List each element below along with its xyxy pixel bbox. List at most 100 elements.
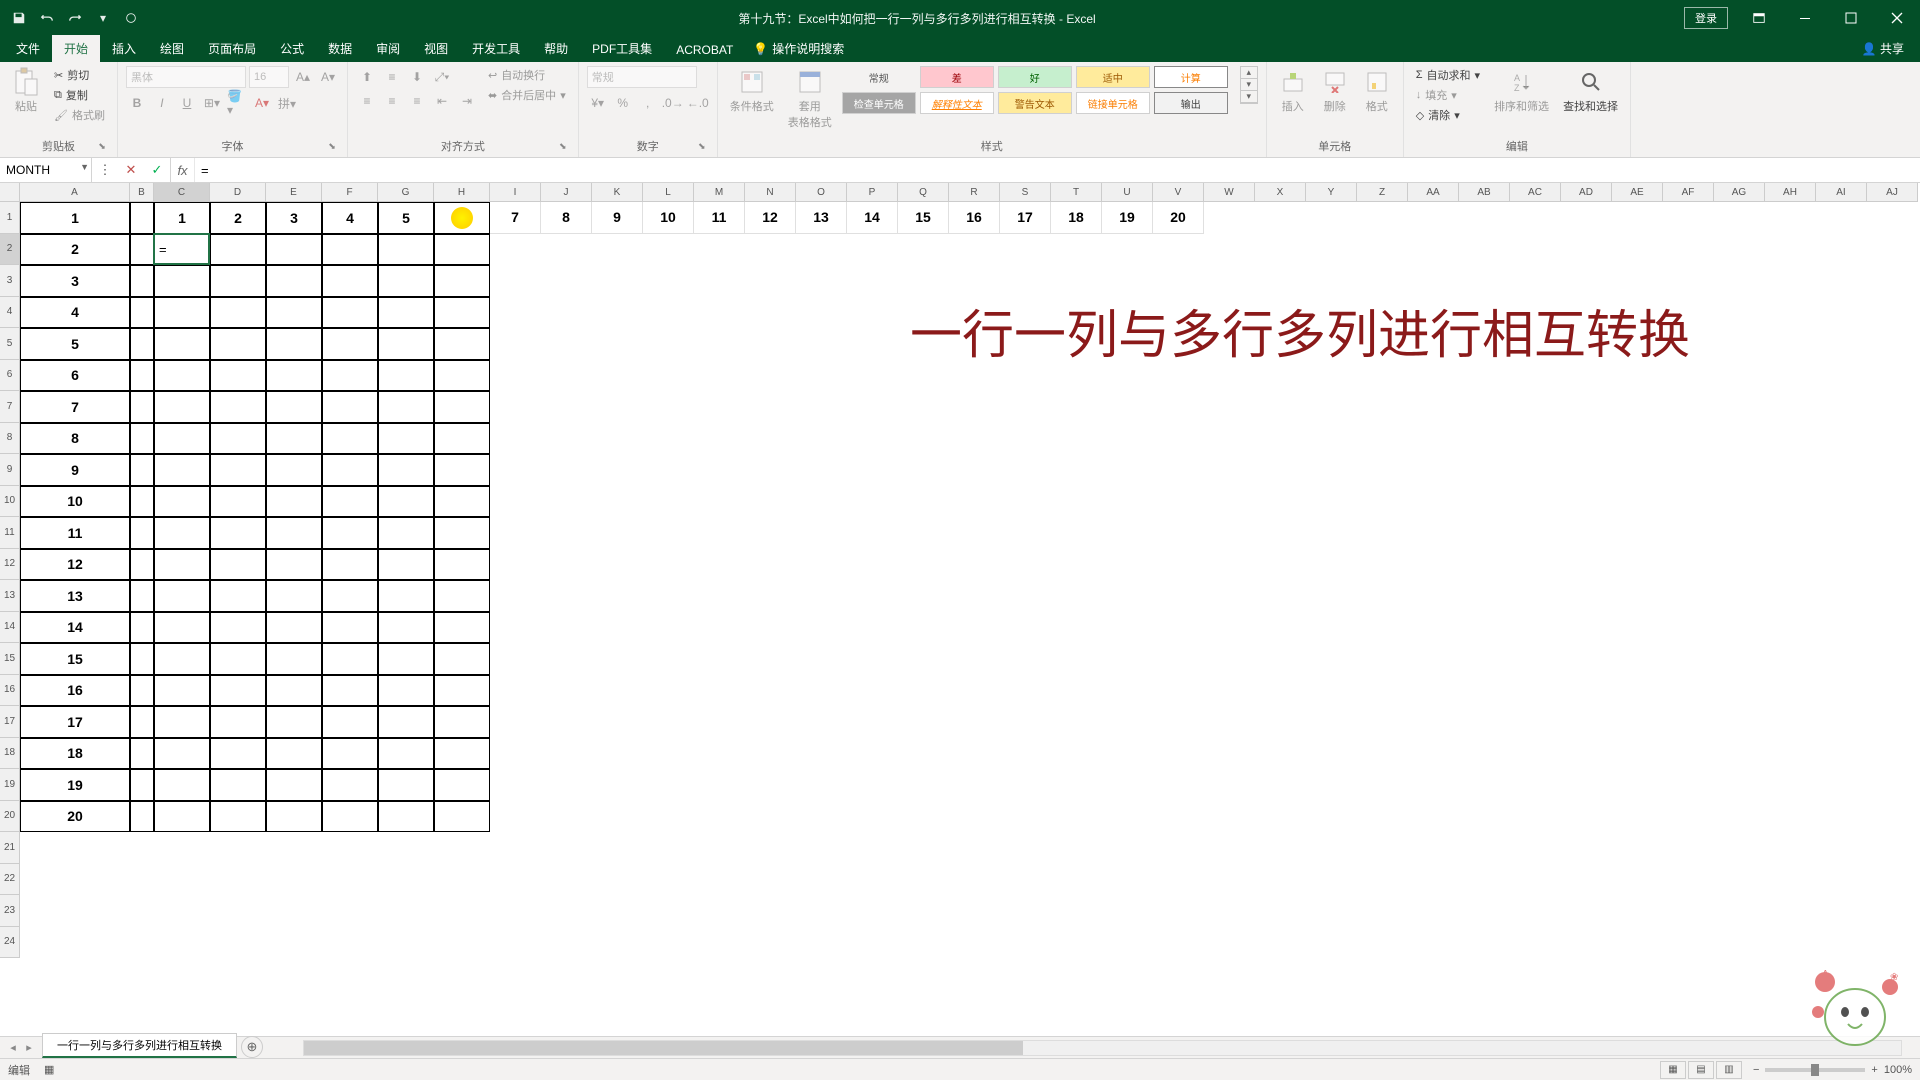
row-header[interactable]: 24 — [0, 927, 20, 959]
tab-data[interactable]: 数据 — [316, 35, 364, 62]
row-header[interactable]: 23 — [0, 895, 20, 927]
cell[interactable] — [378, 801, 434, 833]
paste-button[interactable]: 粘贴 — [8, 66, 44, 116]
cell[interactable] — [322, 643, 378, 675]
cell[interactable]: 2 — [20, 234, 130, 266]
cell[interactable] — [130, 328, 154, 360]
cell[interactable] — [266, 738, 322, 770]
cell[interactable]: 6 — [20, 360, 130, 392]
cell[interactable] — [434, 549, 490, 581]
dialog-launcher-icon[interactable]: ⬊ — [95, 141, 109, 155]
cell[interactable] — [434, 391, 490, 423]
col-header[interactable]: V — [1153, 183, 1204, 202]
cell[interactable] — [130, 675, 154, 707]
cell[interactable] — [322, 297, 378, 329]
cell[interactable] — [266, 391, 322, 423]
sheet-tab[interactable]: 一行一列与多行多列进行相互转换 — [42, 1033, 237, 1058]
cell[interactable] — [130, 643, 154, 675]
col-header[interactable]: Z — [1357, 183, 1408, 202]
redo-icon[interactable] — [64, 7, 86, 29]
cell[interactable] — [154, 391, 210, 423]
cell[interactable]: 10 — [20, 486, 130, 518]
cell[interactable]: 19 — [20, 769, 130, 801]
enter-icon[interactable]: ✓ — [144, 162, 170, 178]
zoom-out-icon[interactable]: − — [1753, 1064, 1759, 1076]
cell[interactable] — [266, 360, 322, 392]
col-header[interactable]: AA — [1408, 183, 1459, 202]
cell[interactable]: 1 — [20, 202, 130, 234]
cell[interactable] — [434, 454, 490, 486]
touch-mode-icon[interactable] — [120, 7, 142, 29]
row-header[interactable]: 16 — [0, 675, 20, 707]
row-header[interactable]: 12 — [0, 549, 20, 581]
cell[interactable]: 20 — [20, 801, 130, 833]
cut-button[interactable]: ✂剪切 — [50, 66, 109, 84]
cell[interactable] — [130, 486, 154, 518]
cell[interactable] — [322, 801, 378, 833]
cell[interactable] — [154, 580, 210, 612]
cell[interactable] — [266, 454, 322, 486]
cell[interactable] — [130, 612, 154, 644]
col-header[interactable]: Y — [1306, 183, 1357, 202]
style-linked[interactable]: 链接单元格 — [1076, 92, 1150, 114]
cell[interactable] — [322, 612, 378, 644]
zoom-slider[interactable] — [1765, 1068, 1865, 1072]
cell[interactable] — [378, 517, 434, 549]
cell[interactable] — [266, 643, 322, 675]
undo-icon[interactable] — [36, 7, 58, 29]
decrease-decimal-icon[interactable]: ←.0 — [687, 92, 709, 114]
col-header[interactable]: AD — [1561, 183, 1612, 202]
cell[interactable] — [322, 486, 378, 518]
col-header[interactable]: K — [592, 183, 643, 202]
cell[interactable] — [322, 391, 378, 423]
cell[interactable] — [378, 297, 434, 329]
spreadsheet-grid[interactable]: ABCDEFGHIJKLMNOPQRSTUVWXYZAAABACADAEAFAG… — [0, 183, 1920, 1036]
cell[interactable] — [434, 234, 490, 266]
cell[interactable] — [130, 769, 154, 801]
font-name-select[interactable]: 黑体 — [126, 66, 246, 88]
cell[interactable] — [130, 549, 154, 581]
cell[interactable]: 8 — [541, 202, 592, 234]
cell[interactable] — [210, 517, 266, 549]
cell[interactable] — [378, 360, 434, 392]
cell[interactable] — [130, 517, 154, 549]
cell[interactable] — [378, 643, 434, 675]
col-header[interactable]: M — [694, 183, 745, 202]
formula-input[interactable]: = — [195, 158, 1920, 182]
cancel-icon[interactable]: ✕ — [118, 162, 144, 178]
row-header[interactable]: 6 — [0, 360, 20, 392]
cell[interactable] — [130, 454, 154, 486]
cell[interactable]: 20 — [1153, 202, 1204, 234]
cell[interactable] — [154, 328, 210, 360]
cell[interactable]: 16 — [20, 675, 130, 707]
row-header[interactable]: 5 — [0, 328, 20, 360]
cell[interactable] — [322, 328, 378, 360]
style-bad[interactable]: 差 — [920, 66, 994, 88]
cell[interactable] — [378, 549, 434, 581]
cell[interactable] — [322, 265, 378, 297]
col-header[interactable]: G — [378, 183, 434, 202]
cell[interactable] — [434, 297, 490, 329]
cell[interactable] — [210, 265, 266, 297]
cell[interactable] — [266, 297, 322, 329]
cell[interactable] — [154, 706, 210, 738]
cell[interactable]: 14 — [847, 202, 898, 234]
cell[interactable]: 9 — [20, 454, 130, 486]
col-header[interactable]: W — [1204, 183, 1255, 202]
col-header[interactable]: AG — [1714, 183, 1765, 202]
cell[interactable]: 5 — [20, 328, 130, 360]
cell[interactable] — [130, 360, 154, 392]
delete-cells-button[interactable]: 删除 — [1317, 66, 1353, 116]
row-header[interactable]: 4 — [0, 297, 20, 329]
cell[interactable] — [434, 612, 490, 644]
cell[interactable]: 7 — [490, 202, 541, 234]
cell[interactable] — [210, 706, 266, 738]
row-header[interactable]: 10 — [0, 486, 20, 518]
format-painter-button[interactable]: 🖌格式刷 — [50, 106, 109, 124]
cell[interactable] — [130, 423, 154, 455]
cell[interactable] — [266, 486, 322, 518]
clear-button[interactable]: ◇清除▾ — [1412, 106, 1484, 124]
row-header[interactable]: 1 — [0, 202, 20, 234]
cell-styles-gallery[interactable]: 常规 差 好 适中 计算 检查单元格 解释性文本 警告文本 链接单元格 输出 — [842, 66, 1232, 114]
row-header[interactable]: 11 — [0, 517, 20, 549]
